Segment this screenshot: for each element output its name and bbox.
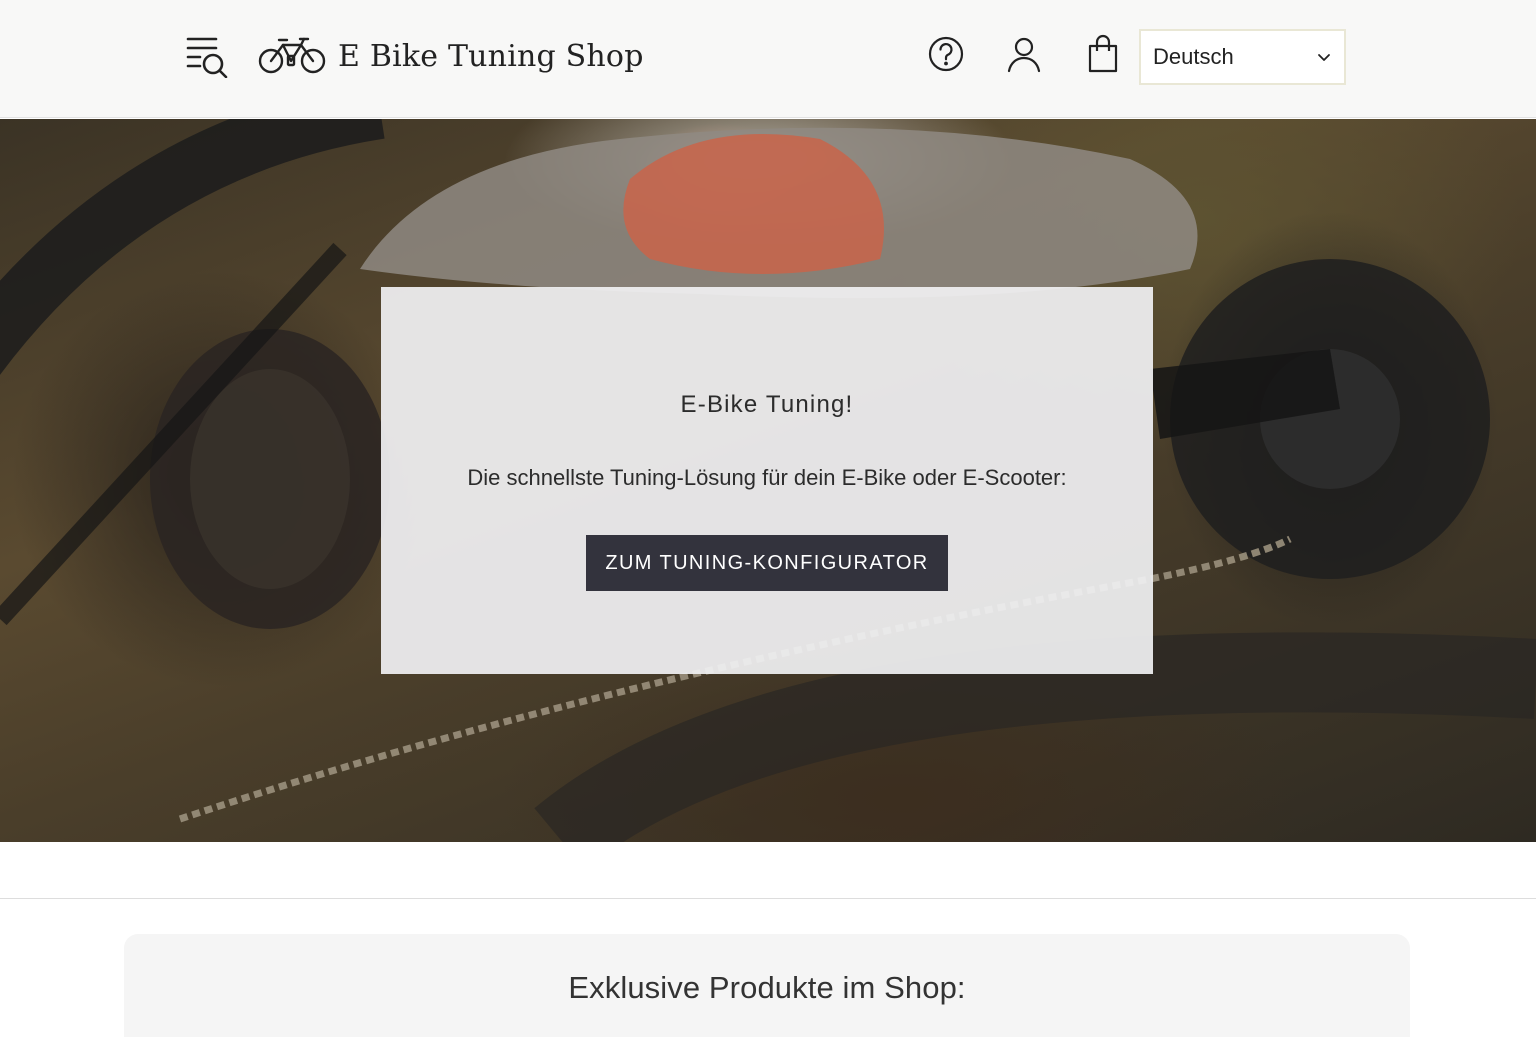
section-divider bbox=[0, 898, 1536, 899]
logo-text: E Bike Tuning Shop bbox=[338, 38, 644, 74]
tuning-configurator-button[interactable]: ZUM TUNING-KONFIGURATOR bbox=[586, 535, 948, 591]
hero-subtitle: Die schnellste Tuning-Lösung für dein E-… bbox=[467, 465, 1067, 490]
chevron-down-icon bbox=[1318, 54, 1330, 61]
bicycle-logo-icon bbox=[258, 37, 326, 74]
shopping-bag-icon[interactable] bbox=[1083, 34, 1123, 74]
products-section: Exklusive Produkte im Shop: bbox=[124, 934, 1410, 1037]
hero-title: E-Bike Tuning! bbox=[680, 391, 854, 418]
account-icon[interactable] bbox=[1004, 34, 1044, 74]
hero-banner: E-Bike Tuning! Die schnellste Tuning-Lös… bbox=[0, 119, 1536, 842]
site-logo[interactable]: E Bike Tuning Shop bbox=[256, 34, 644, 78]
help-icon[interactable] bbox=[926, 34, 966, 74]
menu-search-icon[interactable] bbox=[184, 34, 230, 79]
hero-card: E-Bike Tuning! Die schnellste Tuning-Lös… bbox=[381, 287, 1153, 674]
language-select-value: Deutsch bbox=[1153, 44, 1234, 69]
products-title: Exklusive Produkte im Shop: bbox=[568, 970, 966, 1005]
site-header: E Bike Tuning Shop Deutsch bbox=[0, 0, 1536, 118]
language-select[interactable]: Deutsch bbox=[1139, 29, 1346, 85]
